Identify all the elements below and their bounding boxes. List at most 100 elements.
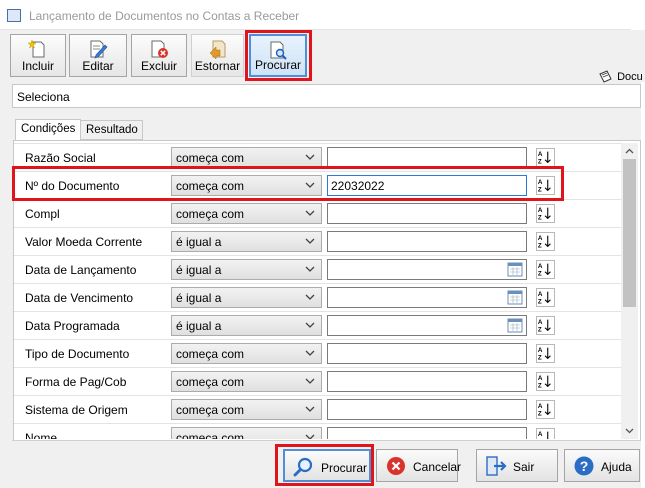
value-input[interactable] [327,399,527,420]
editar-button[interactable]: Editar [69,34,127,77]
scroll-thumb[interactable] [623,159,636,307]
sort-az-button[interactable]: AZ [536,176,555,195]
sort-az-button[interactable]: AZ [536,260,555,279]
bottom-button-bar: Procurar Cancelar Sair ? Ajuda [12,440,641,488]
sair-button[interactable]: Sair [476,449,558,482]
sair-label: Sair [513,460,535,474]
field-label: Sistema de Origem [25,403,128,417]
svg-text:Z: Z [538,382,542,389]
sort-az-icon: AZ [538,291,551,305]
svg-text:A: A [538,263,543,270]
vertical-scrollbar[interactable] [621,143,638,439]
chevron-down-icon [305,210,315,216]
sort-az-icon: AZ [538,151,551,165]
date-input[interactable] [327,259,527,280]
sort-az-icon: AZ [538,319,551,333]
close-button[interactable] [631,0,645,30]
sort-az-button[interactable]: AZ [536,288,555,307]
sort-az-icon: AZ [538,207,551,221]
operator-select[interactable]: começa com [171,371,322,392]
date-input[interactable] [327,287,527,308]
incluir-button[interactable]: Incluir [10,34,66,77]
excluir-button[interactable]: Excluir [131,34,187,77]
calendar-icon[interactable] [507,290,523,305]
excluir-label: Excluir [140,59,177,73]
conditions-grid: Razão Social começa com AZ Nº do Documen… [14,143,622,439]
value-input[interactable] [327,203,527,224]
operator-value: começa com [176,431,245,439]
sort-az-button[interactable]: AZ [536,232,555,251]
svg-text:A: A [538,431,543,438]
operator-select[interactable]: é igual a [171,287,322,308]
value-input[interactable] [327,371,527,392]
estornar-button[interactable]: Estornar [191,34,244,77]
table-row: Forma de Pag/Cob começa com AZ [14,367,622,395]
table-row: Data Programada é igual a AZ [14,311,622,339]
procurar-button[interactable]: Procurar [283,449,371,482]
value-input[interactable] [327,231,527,252]
operator-value: começa com [176,403,245,417]
operator-select[interactable]: começa com [171,175,322,196]
operator-select[interactable]: é igual a [171,315,322,336]
tab-resultado[interactable]: Resultado [80,120,143,140]
table-row: Data de Vencimento é igual a AZ [14,283,622,311]
chevron-down-icon [305,350,315,356]
svg-text:A: A [538,151,543,158]
docu-link[interactable]: Docu [598,70,643,84]
document-number-input[interactable] [327,175,527,196]
operator-select[interactable]: começa com [171,343,322,364]
help-icon: ? [574,456,594,476]
title-bar: Lançamento de Documentos no Contas a Rec… [0,0,645,30]
value-input[interactable] [327,147,527,168]
operator-value: é igual a [176,291,222,305]
cancelar-button[interactable]: Cancelar [376,449,461,482]
svg-text:A: A [538,179,543,186]
value-input[interactable] [327,343,527,364]
operator-select[interactable]: começa com [171,427,322,439]
field-label: Forma de Pag/Cob [25,375,127,389]
sort-az-button[interactable]: AZ [536,344,555,363]
field-label: Razão Social [25,151,96,165]
chevron-down-icon [305,378,315,384]
sort-az-button[interactable]: AZ [536,372,555,391]
left-border [0,82,12,488]
value-input[interactable] [327,427,527,439]
sort-az-button[interactable]: AZ [536,400,555,419]
docu-label: Docu [617,70,643,83]
field-label: Nome [25,431,58,439]
svg-text:A: A [538,319,543,326]
svg-text:A: A [538,403,543,410]
operator-select[interactable]: é igual a [171,259,322,280]
procurar-toolbar-button[interactable]: Procurar [249,34,307,77]
exit-door-icon [486,456,507,476]
right-strip [641,82,645,488]
field-label: Valor Moeda Corrente [25,235,143,249]
operator-select[interactable]: começa com [171,203,322,224]
ajuda-button[interactable]: ? Ajuda [564,449,640,482]
svg-text:Z: Z [538,242,542,249]
calendar-icon[interactable] [507,262,523,277]
svg-text:Z: Z [538,158,542,165]
tab-resultado-label: Resultado [86,124,138,136]
chevron-down-icon [305,322,315,328]
operator-value: é igual a [176,319,222,333]
date-input[interactable] [327,315,527,336]
tab-condicoes[interactable]: Condições [15,119,81,141]
operator-select[interactable]: é igual a [171,231,322,252]
calendar-icon[interactable] [507,318,523,333]
procurar-label: Procurar [321,461,368,475]
reverse-document-icon [209,40,225,59]
sort-az-button[interactable]: AZ [536,316,555,335]
field-label: Data de Lançamento [25,263,137,277]
sort-az-button[interactable]: AZ [536,428,555,439]
table-row: Data de Lançamento é igual a AZ [14,255,622,283]
sort-az-button[interactable]: AZ [536,148,555,167]
magnifier-icon [293,457,313,477]
sort-az-button[interactable]: AZ [536,204,555,223]
operator-select[interactable]: começa com [171,399,322,420]
scroll-up-icon[interactable] [621,143,638,160]
table-row: Nº do Documento começa com AZ [14,171,622,199]
scroll-down-icon[interactable] [621,422,638,439]
operator-select[interactable]: começa com [171,147,322,168]
operator-value: é igual a [176,263,222,277]
